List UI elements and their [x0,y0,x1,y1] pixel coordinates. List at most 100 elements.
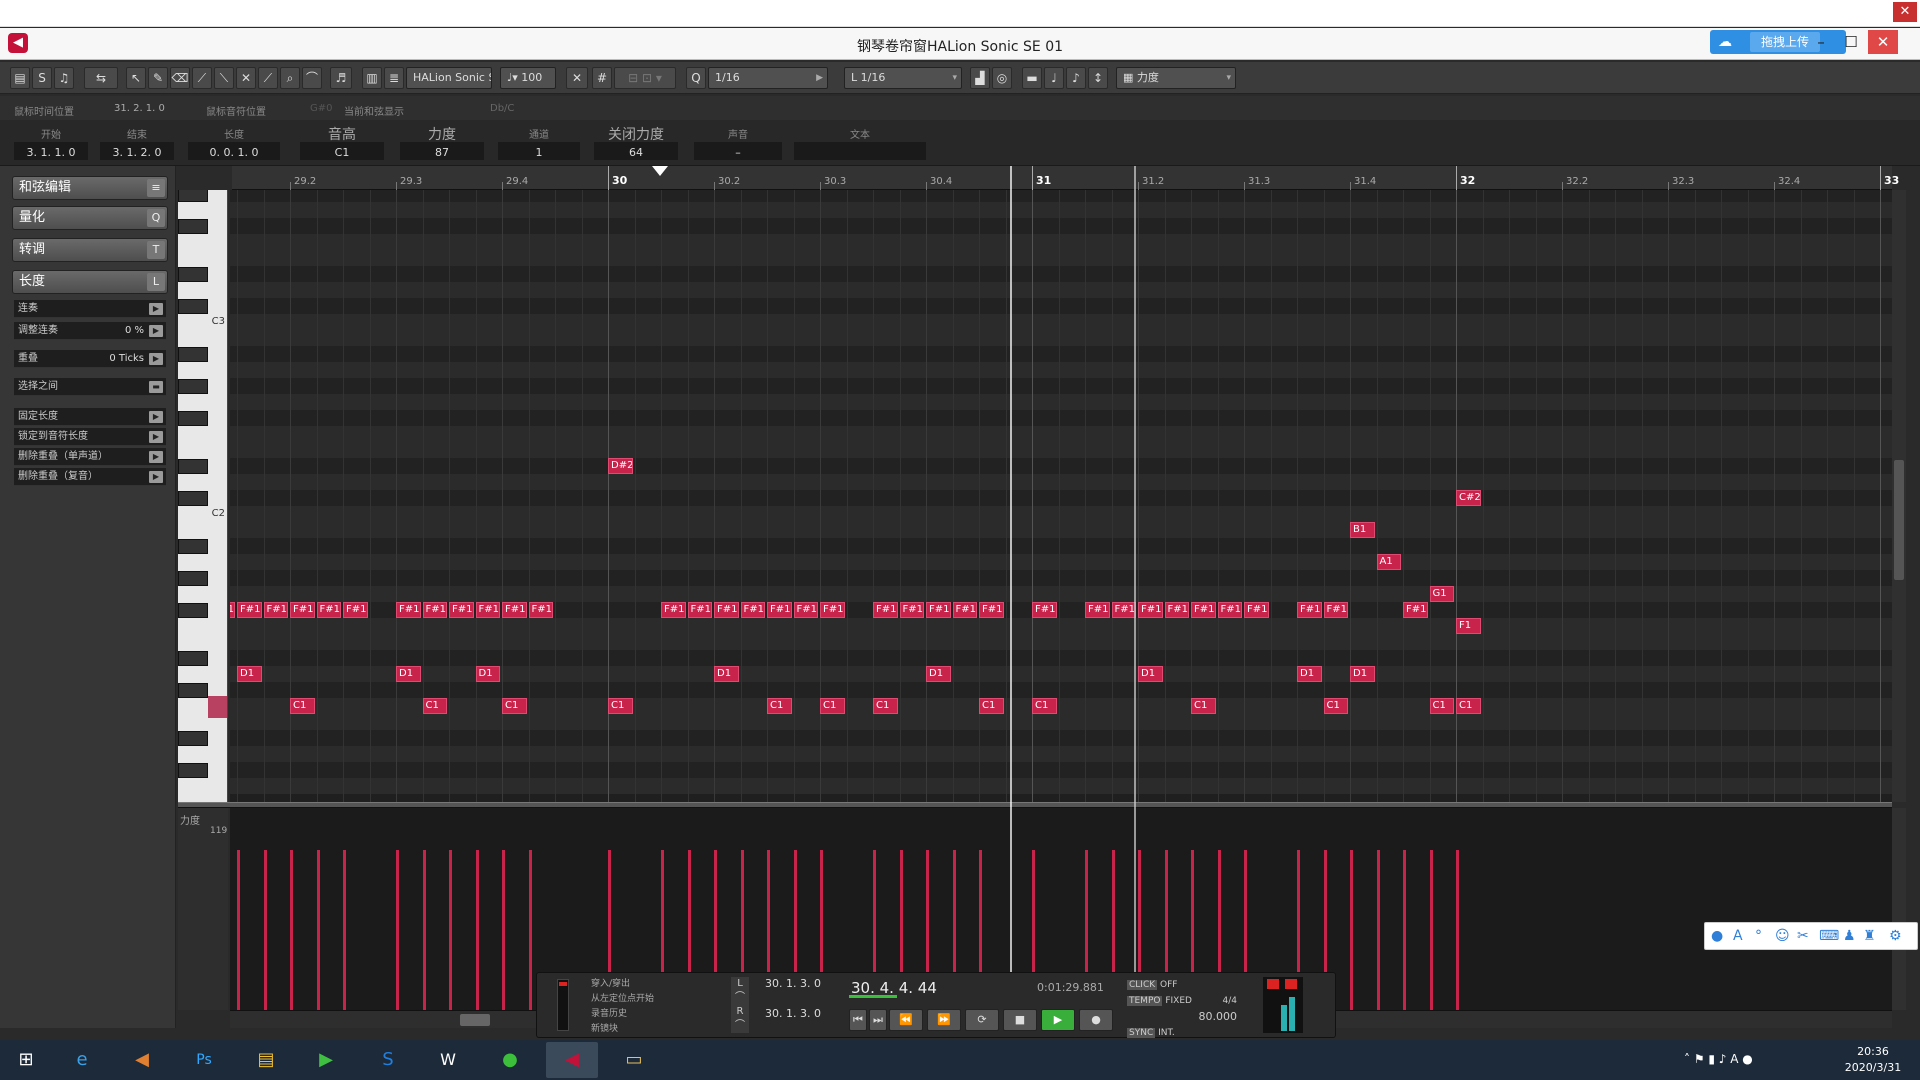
record-icon[interactable]: ● [1079,1009,1113,1031]
midi-note[interactable]: C#2 [1456,490,1481,506]
field-box[interactable] [794,142,926,160]
right-locator[interactable]: 30. 1. 3. 0 [751,1007,821,1020]
midi-note[interactable]: C1 [290,698,315,714]
note-icon[interactable]: ♩ [1044,67,1064,89]
black-key[interactable] [178,683,208,698]
midi-note[interactable]: C1 [1323,698,1348,714]
tray-icons[interactable]: ˄ ⚑ ▮ ♪ A ● [1684,1052,1753,1066]
midi-note[interactable]: B1 [1350,522,1375,538]
row-value[interactable]: 0 % [125,322,144,340]
black-key[interactable] [178,763,208,778]
edit-instrument-icon[interactable]: ▥ [362,67,382,89]
velocity-bar[interactable] [1456,850,1459,1010]
media-player-icon[interactable]: ▶ [300,1042,352,1078]
black-key[interactable] [178,539,208,554]
row-apply-icon[interactable]: ▶ [149,303,163,315]
midi-note-fsharp1[interactable]: F#1 [237,602,262,618]
midi-note-fsharp1[interactable]: F#1 [1085,602,1110,618]
midi-note[interactable]: D1 [1138,666,1163,682]
tempo-panel[interactable]: CLICK OFF TEMPO FIXED 4/4 80.000 SYNC IN… [1127,977,1237,1041]
field-1[interactable]: 结束 3. 1. 2. 0 [96,120,178,166]
row-apply-icon[interactable]: ▶ [149,431,163,443]
midi-input-icon[interactable]: ◎ [992,67,1012,89]
midi-note[interactable]: C1 [979,698,1004,714]
auto-scroll-icon[interactable]: ⇆ [84,67,118,89]
velocity-bar[interactable] [1403,850,1406,1010]
midi-note-fsharp1[interactable]: F#1 [740,602,765,618]
midi-note-fsharp1[interactable]: F#1 [396,602,421,618]
black-key[interactable] [178,571,208,586]
punch-mode[interactable]: 穿入/穿出 [591,977,654,992]
step-input-icon[interactable]: ▟ [970,67,990,89]
velocity-bar[interactable] [263,850,267,1010]
row-apply-icon[interactable]: ▶ [149,451,163,463]
midi-note-fsharp1[interactable]: F#1 [687,602,712,618]
section-0[interactable]: 和弦编辑 ≡ [12,176,168,200]
length-row-0[interactable]: 连奏 ▶ [14,300,166,318]
shirt-icon[interactable]: ♜ [1863,923,1876,949]
speaker-app-icon[interactable]: ◀ [116,1042,168,1078]
left-locator[interactable]: 30. 1. 3. 0 [751,977,821,990]
sogou-icon[interactable]: S [362,1042,414,1078]
length-action-1[interactable]: 锁定到音符长度 ▶ [14,428,166,446]
ime-toolbar[interactable]: ● A ° ☺ ✂ ⌨ ♟ ♜ ⚙ [1704,922,1918,950]
black-key[interactable] [178,459,208,474]
bpm-value[interactable]: 80.000 [1199,1010,1238,1023]
midi-note-fsharp1[interactable]: F#1 [343,602,368,618]
cycle-icon[interactable]: ⟳ [965,1009,999,1031]
row-apply-icon[interactable]: ▶ [149,471,163,483]
length-quantize-select[interactable]: L 1/16 ▾ [844,67,962,89]
midi-note[interactable]: C1 [767,698,792,714]
maximize-icon[interactable]: ☐ [1836,30,1866,54]
midi-note-fsharp1[interactable]: F#1 [926,602,951,618]
font-a-icon[interactable]: A [1733,923,1743,949]
velocity-bar[interactable] [475,850,479,1010]
black-key[interactable] [178,411,208,426]
cursor-marker-icon[interactable] [652,166,668,176]
field-3[interactable]: 音高 C1 [296,120,388,166]
row-apply-icon[interactable]: ▶ [149,325,163,337]
midi-note-fsharp1[interactable]: F#1 [714,602,739,618]
midi-note-fsharp1[interactable]: F#1 [767,602,792,618]
velocity-bar[interactable] [1350,850,1353,1010]
midi-note-fsharp1[interactable]: F#1 [793,602,818,618]
tempo-label[interactable]: TEMPO [1127,996,1163,1006]
midi-note-fsharp1[interactable]: F#1 [1403,602,1428,618]
midi-note-fsharp1[interactable]: F#1 [263,602,288,618]
length-action-3[interactable]: 删除重叠（复音） ▶ [14,468,166,486]
black-key[interactable] [178,347,208,362]
sync-label[interactable]: SYNC [1127,1028,1156,1038]
field-4[interactable]: 力度 87 [396,120,488,166]
length-action-2[interactable]: 删除重叠（单声道） ▶ [14,448,166,466]
midi-note-fsharp1[interactable]: F#1 [1111,602,1136,618]
midi-list-icon[interactable]: ≣ [384,67,404,89]
explorer-icon[interactable]: ▭ [608,1042,660,1078]
length-row-3[interactable]: 选择之间 ▬ [14,378,166,396]
velocity-bar[interactable] [449,850,452,1010]
time-display[interactable]: 0:01:29.881 [1037,981,1107,994]
glue-tool-icon[interactable]: ⟋ [258,67,278,89]
go-start-icon[interactable]: ⏮ [849,1009,867,1031]
stop-icon[interactable]: ■ [1003,1009,1037,1031]
row-value[interactable]: 0 Ticks [109,350,144,368]
vertical-scroll-thumb[interactable] [1894,460,1904,580]
black-key[interactable] [178,491,208,506]
vertical-scrollbar[interactable] [1892,190,1906,802]
history-mode[interactable]: 录音历史 [591,1007,654,1022]
snap-type-select[interactable]: ⊟ ⊡ ▾ [614,67,676,89]
midi-note-fsharp1[interactable]: F#1 [1217,602,1242,618]
length-row-2[interactable]: 重叠 0 Ticks ▶ [14,350,166,368]
horizontal-scroll-thumb[interactable] [460,1014,490,1026]
midi-note[interactable]: A1 [1376,554,1401,570]
black-key[interactable] [178,299,208,314]
midi-note-fsharp1[interactable]: F#1 [502,602,527,618]
midi-note-fsharp1[interactable]: F#1 [290,602,315,618]
midi-note[interactable]: D1 [475,666,500,682]
midi-note-fsharp1[interactable]: F#1 [422,602,447,618]
midi-note[interactable]: C1 [873,698,898,714]
field-8[interactable]: 文本 [790,120,930,166]
midi-note[interactable]: C1 [422,698,447,714]
insert-velocity-select[interactable]: ♩▾ 100 [500,67,556,89]
length-row-1[interactable]: 调整连奏 0 % ▶ [14,322,166,340]
midi-note[interactable]: D1 [237,666,262,682]
